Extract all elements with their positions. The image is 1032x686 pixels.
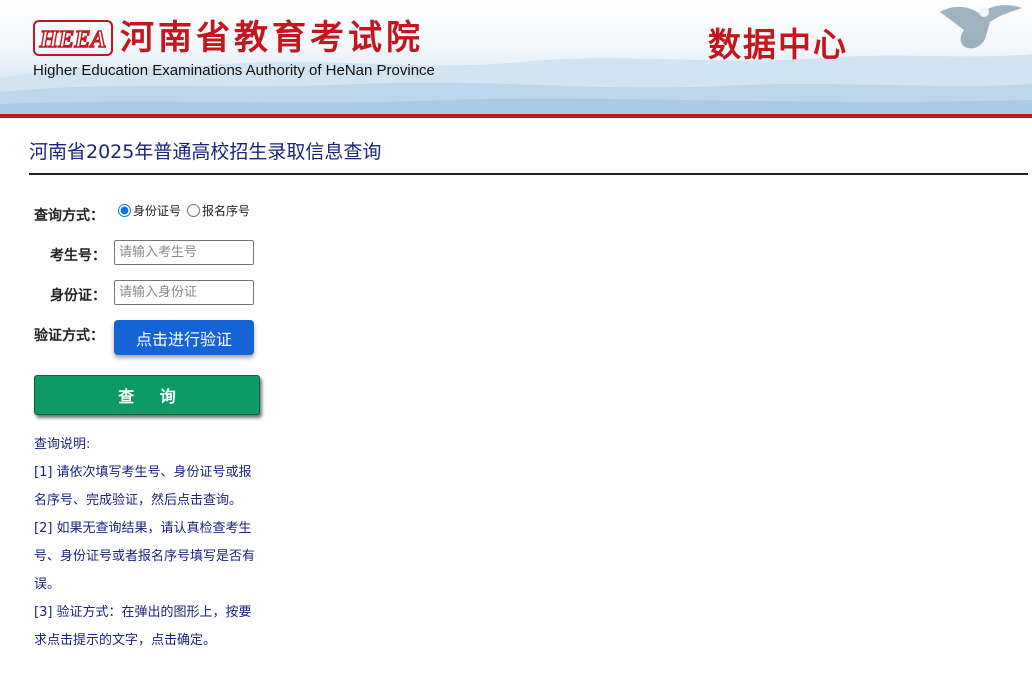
id-label: 身份证： — [50, 288, 106, 304]
page-title: 河南省2025年普通高校招生录取信息查询 — [29, 141, 382, 163]
query-button[interactable]: 查 询 — [34, 375, 260, 415]
notes-item: [1] 请依次填写考生号、身份证号或报名序号、完成验证，然后点击查询。 — [34, 465, 252, 508]
query-notes: 查询说明: [1] 请依次填写考生号、身份证号或报名序号、完成验证，然后点击查询… — [34, 431, 262, 655]
title-divider — [29, 173, 1028, 175]
query-mode-label: 查询方式： — [34, 208, 104, 224]
data-center-title: 数据中心 — [708, 25, 848, 64]
radio-reg-no-label: 报名序号 — [202, 204, 251, 218]
notes-item: [2] 如果无查询结果，请认真检查考生号、身份证号或者报名序号填写是否有误。 — [34, 521, 256, 592]
radio-id-card[interactable]: 身份证号 — [118, 202, 181, 219]
id-input[interactable] — [114, 280, 254, 305]
verify-button[interactable]: 点击进行验证 — [114, 320, 254, 355]
radio-reg-no[interactable]: 报名序号 — [187, 202, 250, 219]
radio-reg-no-input[interactable] — [187, 204, 201, 217]
logo-text: HEEA — [39, 27, 107, 53]
exam-no-label: 考生号： — [50, 248, 106, 264]
notes-heading: 查询说明: — [34, 437, 91, 452]
radio-id-card-label: 身份证号 — [133, 204, 182, 218]
exam-no-input[interactable] — [114, 240, 254, 265]
org-name: 河南省教育考试院 — [120, 18, 424, 58]
header-divider — [0, 114, 1032, 118]
heea-logo-icon: HEEA — [33, 20, 113, 56]
verify-label: 验证方式： — [34, 328, 104, 344]
notes-item: [3] 验证方式：在弹出的图形上，按要求点击提示的文字，点击确定。 — [34, 605, 252, 648]
eagle-icon — [940, 5, 1022, 49]
radio-id-card-input[interactable] — [118, 204, 131, 217]
query-mode-radio-group: 身份证号 报名序号 — [118, 202, 256, 219]
org-name-en: Higher Education Examinations Authority … — [33, 62, 435, 79]
site-header: HEEA 河南省教育考试院 Higher Education Examinati… — [0, 0, 1032, 114]
